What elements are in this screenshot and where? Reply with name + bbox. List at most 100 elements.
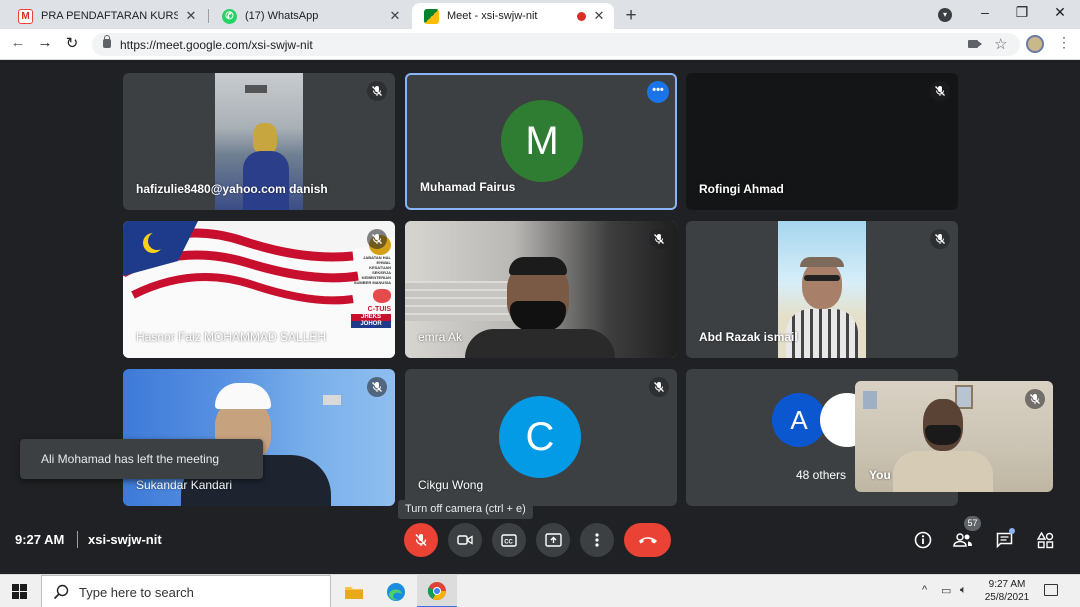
participant-tile[interactable]: Rofingi Ahmad <box>686 73 958 210</box>
camera-in-use-icon[interactable] <box>968 40 982 48</box>
close-tab-icon[interactable]: ✕ <box>184 8 198 24</box>
people-button[interactable] <box>951 528 975 552</box>
taskbar-date: 25/8/2021 <box>984 592 1030 603</box>
whatsapp-icon: ✆ <box>222 8 237 24</box>
participant-tile[interactable]: Abd Razak ismail <box>686 221 958 358</box>
close-tab-icon[interactable]: ✕ <box>592 8 606 24</box>
search-icon <box>53 584 69 600</box>
present-now-button[interactable] <box>536 523 570 557</box>
tab-search-icon[interactable]: ▾ <box>938 8 952 22</box>
browser-menu-icon[interactable]: ⋮ <box>1057 34 1071 51</box>
tab-gmail[interactable]: M PRA PENDAFTARAN KURSUS PEI ✕ <box>6 3 206 29</box>
mic-off-icon <box>367 229 387 249</box>
system-clock[interactable]: 9:27 AM 25/8/2021 <box>982 578 1032 604</box>
windows-start-icon[interactable] <box>12 584 27 599</box>
reload-icon[interactable]: ↻ <box>63 34 81 52</box>
self-name: You <box>869 468 891 482</box>
volume-icon[interactable]: 🔈︎ <box>960 584 967 597</box>
left-meeting-toast: Ali Mohamad has left the meeting <box>20 439 263 479</box>
battery-icon[interactable]: ▭ <box>941 584 951 597</box>
camera-tooltip: Turn off camera (ctrl + e) <box>398 500 533 519</box>
participant-avatar: M <box>501 100 583 182</box>
windows-taskbar: Type here to search ^ ▭ 🔈︎ 9:27 AM 25/8/… <box>0 574 1080 607</box>
mic-toggle-button[interactable] <box>404 523 438 557</box>
back-icon[interactable]: ← <box>9 34 27 51</box>
search-placeholder[interactable]: Type here to search <box>79 585 194 600</box>
new-tab-button[interactable]: + <box>622 5 640 27</box>
restore-icon[interactable]: ❐ <box>1012 4 1032 21</box>
chat-icon <box>996 532 1012 548</box>
profile-avatar[interactable] <box>1026 35 1044 53</box>
taskbar-search[interactable]: Type here to search <box>41 575 331 607</box>
mic-off-icon <box>415 533 427 547</box>
more-options-icon[interactable]: ••• <box>647 81 669 103</box>
meeting-time: 9:27 AM <box>15 532 65 547</box>
leave-call-button[interactable] <box>624 523 671 557</box>
url-text[interactable]: https://meet.google.com/xsi-swjw-nit <box>120 38 313 52</box>
lock-icon[interactable] <box>103 35 111 48</box>
logo-panel: JABATAN HAL EHWAL KESATUAN SEKERJA KEMEN… <box>351 235 391 328</box>
show-hidden-icons[interactable]: ^ <box>922 584 927 596</box>
captions-icon: CC <box>501 533 517 547</box>
close-window-icon[interactable]: ✕ <box>1050 4 1070 21</box>
mic-off-icon <box>367 377 387 397</box>
notifications-icon[interactable] <box>1044 584 1058 596</box>
file-explorer-icon[interactable] <box>334 575 374 607</box>
minimize-icon[interactable]: – <box>975 4 995 20</box>
mic-off-icon <box>930 81 950 101</box>
participant-tile[interactable]: hafizulie8480@yahoo.com danish <box>123 73 395 210</box>
mic-off-icon <box>649 229 669 249</box>
participant-tile[interactable]: emra Ak <box>405 221 677 358</box>
hang-up-icon <box>638 537 657 544</box>
tab-whatsapp[interactable]: ✆ (17) WhatsApp ✕ <box>210 3 410 29</box>
people-icon <box>953 533 972 547</box>
close-tab-icon[interactable]: ✕ <box>388 8 402 24</box>
participant-name: Abd Razak ismail <box>699 330 798 344</box>
meeting-code: xsi-swjw-nit <box>88 532 162 547</box>
tab-meet[interactable]: Meet - xsi-swjw-nit ✕ <box>412 3 614 29</box>
participant-name: Rofingi Ahmad <box>699 182 784 196</box>
info-icon <box>914 531 932 549</box>
participant-avatar: C <box>499 396 581 478</box>
tab-strip: M PRA PENDAFTARAN KURSUS PEI ✕ ✆ (17) Wh… <box>0 0 1080 29</box>
mic-off-icon <box>1025 389 1045 409</box>
participant-tile[interactable]: C Cikgu Wong <box>405 369 677 506</box>
camera-toggle-button[interactable] <box>448 523 482 557</box>
participant-tile[interactable]: Sukandar Kandari <box>123 369 395 506</box>
participant-name: Hasnor Faiz MOHAMMAD SALLEH <box>136 330 327 344</box>
participant-tile[interactable]: M ••• Muhamad Fairus <box>405 73 677 210</box>
tab-title: PRA PENDAFTARAN KURSUS PEI <box>41 10 178 22</box>
participant-name: hafizulie8480@yahoo.com danish <box>136 182 328 196</box>
gmail-icon: M <box>18 8 33 24</box>
meet-icon <box>424 8 439 24</box>
meeting-details-button[interactable] <box>911 528 935 552</box>
svg-text:CC: CC <box>504 539 513 545</box>
chat-notification-dot <box>1009 528 1015 534</box>
recording-icon <box>577 11 586 21</box>
captions-button[interactable]: CC <box>492 523 526 557</box>
participant-name: Cikgu Wong <box>418 478 484 492</box>
participant-tile[interactable]: JABATAN HAL EHWAL KESATUAN SEKERJA KEMEN… <box>123 221 395 358</box>
others-avatar: A <box>772 393 826 447</box>
forward-icon[interactable]: → <box>36 34 54 51</box>
divider <box>77 531 78 548</box>
participant-name: Muhamad Fairus <box>420 180 516 194</box>
bookmark-star-icon[interactable]: ☆ <box>994 35 1007 53</box>
participant-count-badge: 57 <box>964 516 981 531</box>
tab-title: (17) WhatsApp <box>245 10 319 22</box>
present-icon <box>544 533 562 547</box>
mic-off-icon <box>930 229 950 249</box>
more-options-button[interactable] <box>580 523 614 557</box>
activities-icon <box>1036 531 1053 548</box>
browser-toolbar: ← → ↻ https://meet.google.com/xsi-swjw-n… <box>0 29 1080 60</box>
participant-name: Sukandar Kandari <box>136 478 233 492</box>
address-bar[interactable]: https://meet.google.com/xsi-swjw-nit ☆ <box>92 33 1020 56</box>
self-view-tile[interactable]: You <box>855 381 1053 492</box>
participant-name: emra Ak <box>418 330 463 344</box>
more-vert-icon <box>595 533 599 547</box>
mic-off-icon <box>649 377 669 397</box>
edge-icon[interactable] <box>376 575 416 607</box>
activities-button[interactable] <box>1033 528 1057 552</box>
chrome-icon[interactable] <box>417 575 457 607</box>
mic-off-icon <box>367 81 387 101</box>
